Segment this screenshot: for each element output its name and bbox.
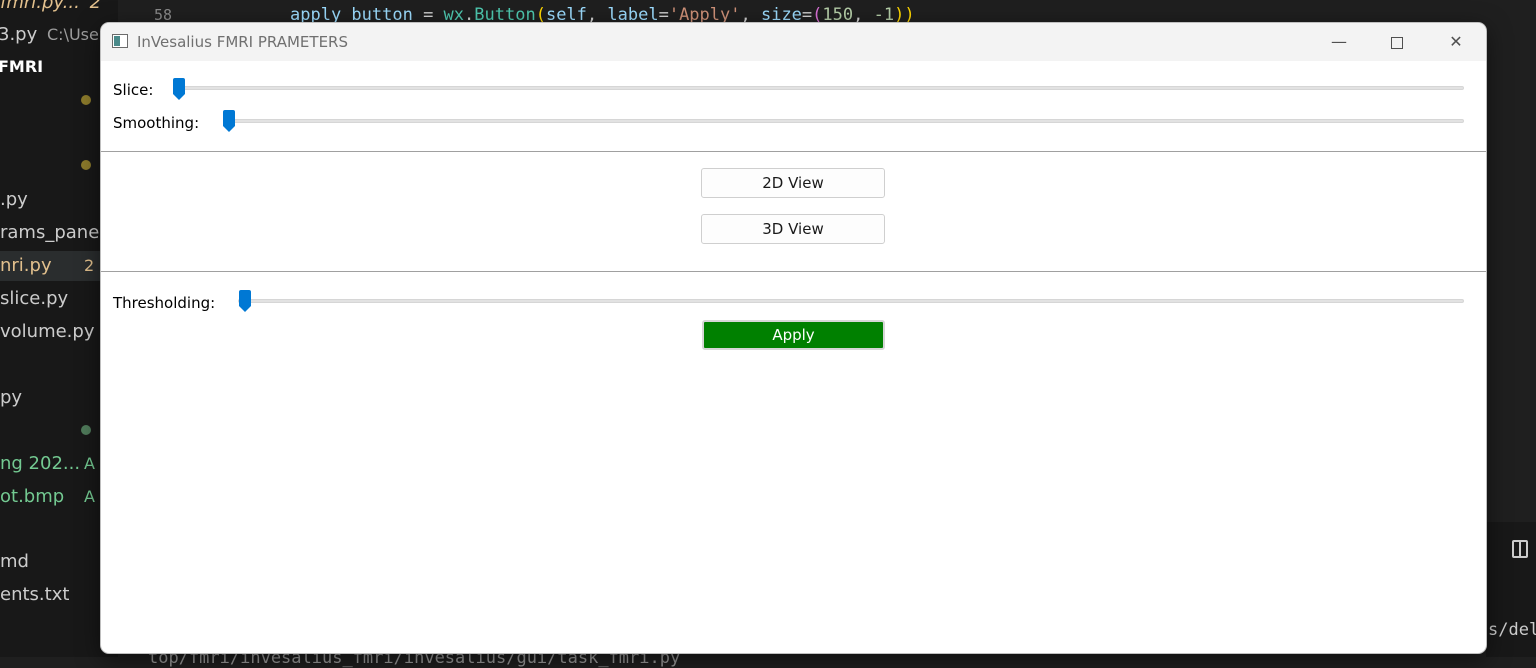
explorer-file[interactable]: ng 202... xyxy=(0,449,80,479)
view-2d-button[interactable]: 2D View xyxy=(701,168,885,198)
explorer-file[interactable]: py xyxy=(0,383,22,413)
smoothing-label: Smoothing: xyxy=(113,114,200,132)
git-added-badge: A xyxy=(84,454,95,473)
thresholding-slider-thumb[interactable] xyxy=(238,290,252,312)
smoothing-slider-thumb[interactable] xyxy=(222,110,236,132)
maximize-button[interactable] xyxy=(1368,23,1426,61)
explorer-file[interactable]: fmri.py... 2 xyxy=(0,0,101,18)
separator xyxy=(101,151,1486,152)
explorer-file[interactable]: md xyxy=(0,547,29,577)
maximize-icon xyxy=(1391,36,1403,49)
title-bar[interactable]: InVesalius FMRI PRAMETERS — ✕ xyxy=(101,23,1486,61)
split-editor-icon[interactable] xyxy=(1512,540,1528,558)
thresholding-slider-track[interactable] xyxy=(238,299,1464,303)
explorer-file[interactable]: .py xyxy=(0,185,28,215)
explorer-file[interactable]: ot.bmp xyxy=(0,482,64,512)
thresholding-label: Thresholding: xyxy=(113,294,216,312)
smoothing-slider-track[interactable] xyxy=(223,119,1464,123)
minimize-button[interactable]: — xyxy=(1310,23,1368,61)
window-title: InVesalius FMRI PRAMETERS xyxy=(137,33,348,51)
explorer-folder[interactable]: FMRI xyxy=(0,52,43,82)
modified-dot-icon xyxy=(81,95,91,105)
slice-slider-track[interactable] xyxy=(173,86,1464,90)
git-added-badge: A xyxy=(84,487,95,506)
view-3d-button[interactable]: 3D View xyxy=(701,214,885,244)
explorer-file[interactable]: ents.txt xyxy=(0,580,69,610)
slice-label: Slice: xyxy=(113,81,154,99)
separator xyxy=(101,271,1486,272)
modified-dot-icon xyxy=(81,160,91,170)
terminal-text: s/del xyxy=(1488,620,1536,640)
fmri-parameters-window: InVesalius FMRI PRAMETERS — ✕ Slice: Smo… xyxy=(101,23,1486,653)
explorer-file[interactable]: volume.py xyxy=(0,317,94,347)
slice-slider-thumb[interactable] xyxy=(172,78,186,100)
app-icon xyxy=(112,34,128,48)
close-button[interactable]: ✕ xyxy=(1427,23,1485,61)
apply-button[interactable]: Apply xyxy=(702,320,885,350)
explorer-file[interactable]: rams_panel. xyxy=(0,218,110,248)
untracked-dot-icon xyxy=(81,425,91,435)
explorer-file[interactable]: slice.py xyxy=(0,284,68,314)
explorer-file[interactable]: 3.py C:\Users xyxy=(0,20,114,50)
